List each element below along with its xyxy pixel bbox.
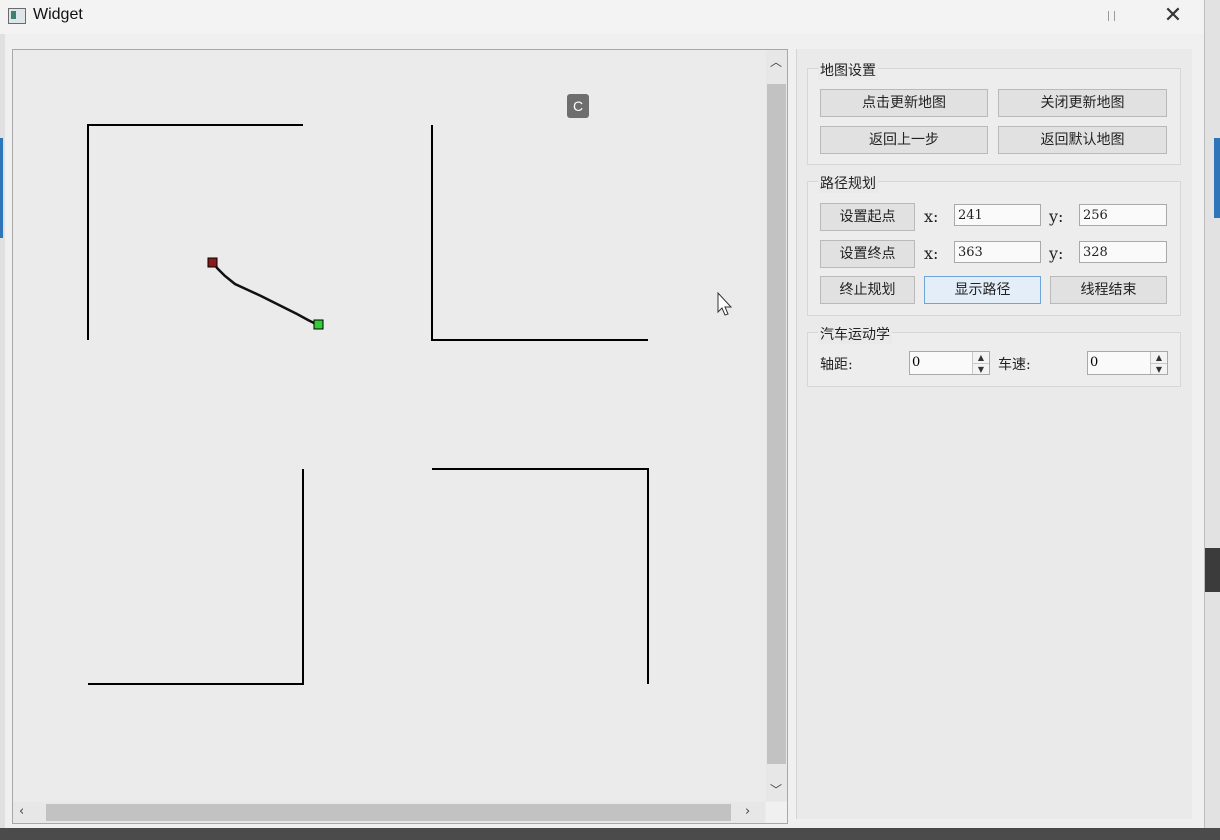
path-planning-group: 路径规划 设置起点 x: 241 y: 256 设置终点 x: 363 y: 3… [807,173,1181,316]
path-planning-title: 路径规划 [818,173,878,193]
update-map-button[interactable]: 点击更新地图 [820,89,988,117]
stop-planning-button[interactable]: 终止规划 [820,276,915,304]
vertical-scrollbar[interactable]: ︿ ﹀ [766,50,787,801]
wheelbase-stepper[interactable]: ▲ ▼ [972,352,989,374]
title-bar: Widget ✕ [0,0,1204,34]
background-window-edge [1204,0,1220,840]
app-icon [8,8,26,24]
left-accent [0,138,3,238]
end-x-field[interactable]: 363 [954,241,1041,263]
map-settings-title: 地图设置 [818,60,878,80]
minimize-icon[interactable] [1090,0,1136,32]
horizontal-scrollbar[interactable]: ‹ › [13,802,765,823]
chevron-right-icon[interactable]: › [745,804,750,819]
chevron-left-icon[interactable]: ‹ [19,804,24,819]
speed-spinbox[interactable]: 0 ▲ ▼ [1087,351,1168,375]
start-x-field[interactable]: 241 [954,204,1041,226]
app-window: Widget ✕ C ︿ ﹀ ‹ › 地图设置 点击更新地图 关闭更新地图 返回… [0,0,1205,828]
control-panel: 地图设置 点击更新地图 关闭更新地图 返回上一步 返回默认地图 路径规划 设置起… [796,49,1192,819]
window-title: Widget [33,6,83,23]
close-update-button[interactable]: 关闭更新地图 [998,89,1167,117]
cursor-icon [717,292,733,316]
show-path-button[interactable]: 显示路径 [924,276,1041,304]
start-marker [207,257,218,268]
vertical-scroll-thumb[interactable] [767,84,786,764]
close-icon[interactable]: ✕ [1150,0,1196,32]
wheelbase-label: 轴距: [820,357,853,373]
speed-label: 车速: [998,357,1031,373]
kinematics-title: 汽车运动学 [818,324,892,344]
speed-stepper[interactable]: ▲ ▼ [1150,352,1167,374]
taskbar-edge [0,828,1220,840]
end-y-label: y: [1049,244,1064,263]
map-canvas[interactable] [13,50,765,801]
chevron-down-icon[interactable]: ﹀ [770,781,782,798]
start-y-field[interactable]: 256 [1079,204,1167,226]
chevron-up-icon[interactable]: ︿ [770,53,782,70]
background-accent [1214,138,1220,218]
end-x-label: x: [924,244,939,263]
left-edge [0,34,5,828]
kinematics-group: 汽车运动学 轴距: 0 ▲ ▼ 车速: 0 ▲ ▼ [807,324,1181,387]
map-settings-group: 地图设置 点击更新地图 关闭更新地图 返回上一步 返回默认地图 [807,60,1181,165]
speed-value: 0 [1090,355,1099,370]
wheelbase-value: 0 [912,355,921,370]
map-background [13,50,765,801]
c-badge: C [567,94,589,118]
start-x-label: x: [924,207,939,226]
default-map-button[interactable]: 返回默认地图 [998,126,1167,154]
scroll-corner [766,802,787,823]
start-y-label: y: [1049,207,1064,226]
background-dark-block [1204,548,1220,592]
thread-end-button[interactable]: 线程结束 [1050,276,1167,304]
set-start-button[interactable]: 设置起点 [820,203,915,231]
map-view[interactable]: C ︿ ﹀ ‹ › [12,49,788,824]
horizontal-scroll-thumb[interactable] [46,804,731,821]
end-marker [313,319,324,330]
wheelbase-spinbox[interactable]: 0 ▲ ▼ [909,351,990,375]
end-y-field[interactable]: 328 [1079,241,1167,263]
set-end-button[interactable]: 设置终点 [820,240,915,268]
undo-button[interactable]: 返回上一步 [820,126,988,154]
